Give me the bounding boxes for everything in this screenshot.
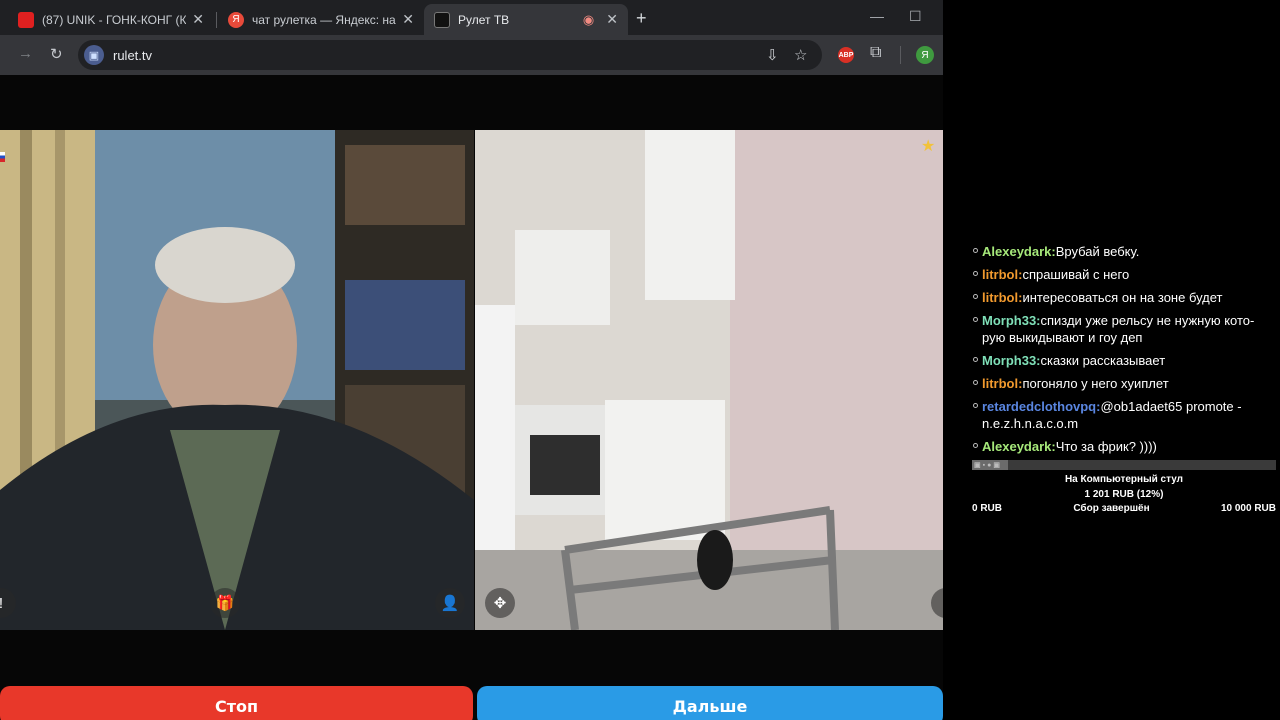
- flag-icon: [0, 152, 5, 162]
- chat-message: litrbol:спрашивай с него: [972, 266, 1276, 283]
- site-info-icon[interactable]: ▣: [84, 45, 104, 65]
- tab-label: (87) UNIK - ГОНК-КОНГ (Казах: [42, 12, 187, 27]
- tab-label: чат рулетка — Яндекс: нашло: [252, 12, 396, 27]
- close-icon[interactable]: ✕: [606, 11, 618, 28]
- close-icon[interactable]: ✕: [192, 11, 204, 28]
- donation-icons: ▣▪●▣: [974, 462, 1002, 469]
- next-label: Дальше: [672, 696, 748, 716]
- own-camera-frame: [475, 130, 943, 630]
- chat-text: Врубай вебку.: [1055, 244, 1140, 259]
- chat-username: retardedclothovpq:: [982, 399, 1101, 414]
- tab-label: Рулет ТВ: [458, 12, 510, 27]
- chat-text: спрашивай с него: [1022, 267, 1130, 282]
- chat-message: Morph33:спизди уже рельсу не нужную кото…: [972, 312, 1276, 346]
- tab-divider: [216, 12, 217, 28]
- new-tab-icon[interactable]: +: [636, 8, 647, 29]
- yandex-icon: Я: [228, 11, 244, 28]
- chat-username: Alexeydark:: [982, 244, 1056, 259]
- chat-username: litrbol:: [982, 290, 1023, 305]
- partner-video: ! 🎁 👤: [0, 130, 474, 630]
- partner-video-frame: [0, 130, 474, 630]
- chat-text: интересоваться он на зоне будет: [1022, 290, 1223, 305]
- chat-message: Alexeydark:Врубай вебку.: [972, 243, 1276, 260]
- tab-rulet-tv[interactable]: Рулет ТВ ◉ ✕: [424, 4, 628, 35]
- profile-initial: Я: [921, 49, 929, 61]
- chat-message: Morph33:сказки рассказывает: [972, 352, 1276, 369]
- chat-username: Morph33:: [982, 313, 1041, 328]
- donation-min: 0 RUB: [972, 503, 1003, 514]
- recording-icon: ◉: [582, 11, 595, 27]
- donation-max: 10 000 RUB: [1220, 503, 1276, 514]
- browser-toolbar: → ↻ ▣ rulet.tv ⇩ ☆ ABP ⧉ Я: [0, 35, 943, 75]
- next-button[interactable]: Дальше: [477, 686, 943, 720]
- stream-chat: Alexeydark:Врубай вебку. litrbol:спрашива…: [972, 243, 1276, 461]
- close-icon[interactable]: ✕: [402, 11, 414, 28]
- bookmark-star-icon[interactable]: ☆: [794, 46, 807, 64]
- chat-message: litrbol:интересоваться он на зоне будет: [972, 289, 1276, 306]
- adblock-extension-icon[interactable]: ABP: [838, 47, 854, 63]
- youtube-icon: [18, 11, 34, 28]
- chat-username: Alexeydark:: [982, 439, 1056, 454]
- donation-progress-bar: ▣▪●▣: [972, 460, 1276, 470]
- profile-avatar[interactable]: Я: [916, 46, 934, 64]
- url-text[interactable]: rulet.tv: [113, 48, 152, 63]
- profile-icon[interactable]: 👤: [435, 588, 465, 618]
- maximize-icon[interactable]: ☐: [909, 8, 922, 25]
- chat-username: Morph33:: [982, 353, 1041, 368]
- game-icon[interactable]: ✥: [485, 588, 515, 618]
- minimize-icon[interactable]: —: [870, 8, 884, 24]
- chat-text: Что за фрик? )))): [1055, 439, 1157, 454]
- rulet-tv-icon: [434, 11, 450, 28]
- chat-username: litrbol:: [982, 376, 1023, 391]
- chat-message: litrbol:погоняло у него хуиплет: [972, 375, 1276, 392]
- chat-username: litrbol:: [982, 267, 1023, 282]
- gift-icon[interactable]: 🎁: [210, 588, 240, 618]
- reload-icon[interactable]: ↻: [50, 45, 63, 63]
- chat-message: retardedclothovpq:@ob1adaet65 promote - …: [972, 398, 1276, 432]
- chat-text: погоняло у него хуиплет: [1022, 376, 1169, 391]
- donation-status: Сбор завершён: [1073, 503, 1150, 514]
- chat-message: Alexeydark:Что за фрик? )))): [972, 438, 1276, 455]
- extensions-icon[interactable]: ⧉: [870, 44, 881, 62]
- donation-widget: ▣▪●▣ На Компьютерный стул 1 201 RUB (12%…: [972, 460, 1276, 514]
- own-camera-video: ★ ✥ ▐: [475, 130, 943, 630]
- donation-range-row: 0 RUB Сбор завершён 10 000 RUB: [972, 503, 1276, 514]
- stop-label: Стоп: [214, 696, 259, 716]
- browser-window: (87) UNIK - ГОНК-КОНГ (Казах ✕ Я чат рул…: [0, 0, 943, 720]
- toolbar-divider: [900, 46, 901, 64]
- favorite-star-icon[interactable]: ★: [921, 136, 935, 156]
- tab-bar: (87) UNIK - ГОНК-КОНГ (Казах ✕ Я чат рул…: [0, 0, 943, 35]
- adblock-label: ABP: [838, 51, 854, 59]
- donation-title: На Компьютерный стул: [1064, 474, 1184, 485]
- donation-amount: 1 201 RUB (12%): [1084, 489, 1164, 500]
- tab-youtube[interactable]: (87) UNIK - ГОНК-КОНГ (Казах ✕: [8, 4, 214, 35]
- install-app-icon[interactable]: ⇩: [766, 46, 779, 64]
- chat-text: сказки рассказывает: [1040, 353, 1166, 368]
- tab-yandex[interactable]: Я чат рулетка — Яндекс: нашло ✕: [218, 4, 424, 35]
- stop-button[interactable]: Стоп: [0, 686, 473, 720]
- forward-icon[interactable]: →: [18, 45, 33, 62]
- address-bar[interactable]: ▣ rulet.tv ⇩ ☆: [78, 40, 822, 70]
